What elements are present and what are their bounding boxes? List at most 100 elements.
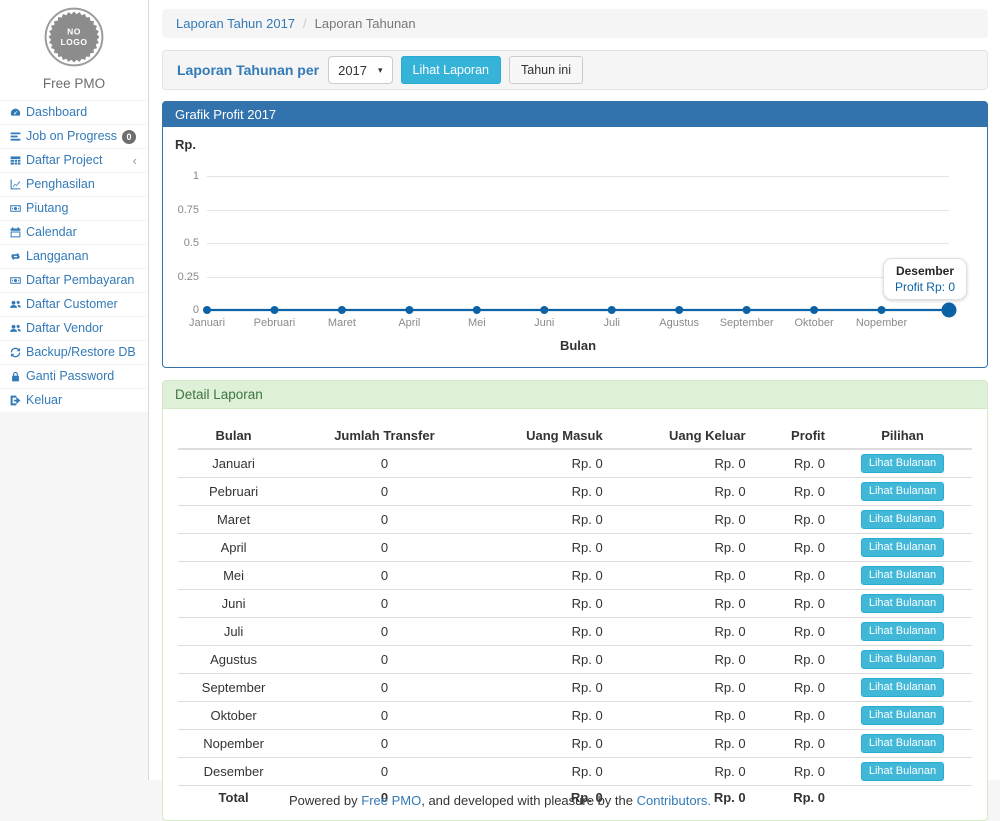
lihat-bulanan-button[interactable]: Lihat Bulanan: [861, 510, 944, 529]
sidebar-item-penghasilan[interactable]: Penghasilan: [0, 172, 148, 196]
lihat-bulanan-button[interactable]: Lihat Bulanan: [861, 622, 944, 641]
detail-panel-title: Detail Laporan: [163, 381, 987, 409]
data-point[interactable]: [675, 306, 683, 314]
data-point[interactable]: [608, 306, 616, 314]
lihat-bulanan-button[interactable]: Lihat Bulanan: [861, 482, 944, 501]
lihat-laporan-button[interactable]: Lihat Laporan: [401, 56, 501, 84]
data-point[interactable]: [338, 306, 346, 314]
action-cell: Lihat Bulanan: [833, 730, 972, 758]
keluar-cell: Rp. 0: [611, 702, 754, 730]
chart-tooltip: Desember Profit Rp: 0: [883, 258, 967, 300]
lihat-bulanan-button[interactable]: Lihat Bulanan: [861, 650, 944, 669]
lihat-bulanan-button[interactable]: Lihat Bulanan: [861, 538, 944, 557]
lihat-bulanan-button[interactable]: Lihat Bulanan: [861, 454, 944, 473]
table-header-row: BulanJumlah TransferUang MasukUang Kelua…: [178, 423, 972, 449]
lihat-bulanan-button[interactable]: Lihat Bulanan: [861, 566, 944, 585]
count-badge: 0: [122, 130, 136, 144]
x-tick-label: Nopember: [840, 317, 924, 329]
sidebar-item-calendar[interactable]: Calendar: [0, 220, 148, 244]
svg-text:NO: NO: [67, 27, 81, 37]
masuk-cell: Rp. 0: [480, 562, 611, 590]
sidebar-item-daftar-customer[interactable]: Daftar Customer: [0, 292, 148, 316]
year-select-value: 2017: [338, 63, 367, 78]
page: NOLOGO Free PMO DashboardJob on Progress…: [0, 0, 1000, 780]
svg-text:LOGO: LOGO: [60, 37, 87, 47]
action-cell: Lihat Bulanan: [833, 618, 972, 646]
lihat-bulanan-button[interactable]: Lihat Bulanan: [861, 762, 944, 781]
footer-link-contributors[interactable]: Contributors.: [637, 793, 711, 808]
sidebar-item-dashboard[interactable]: Dashboard: [0, 100, 148, 124]
month-cell: Oktober: [178, 702, 289, 730]
data-point[interactable]: [810, 306, 818, 314]
data-point[interactable]: [405, 306, 413, 314]
tooltip-month: Desember: [895, 264, 955, 278]
column-header: Profit: [754, 423, 833, 449]
lihat-bulanan-button[interactable]: Lihat Bulanan: [861, 678, 944, 697]
breadcrumb: Laporan Tahun 2017 / Laporan Tahunan: [162, 9, 988, 38]
action-cell: Lihat Bulanan: [833, 646, 972, 674]
detail-table: BulanJumlah TransferUang MasukUang Kelua…: [178, 423, 972, 809]
transfer-cell: 0: [289, 674, 480, 702]
detail-report-panel: Detail Laporan BulanJumlah TransferUang …: [162, 380, 988, 821]
data-point[interactable]: [473, 306, 481, 314]
month-cell: Mei: [178, 562, 289, 590]
keluar-cell: Rp. 0: [611, 534, 754, 562]
sidebar-item-label: Keluar: [26, 393, 140, 408]
action-cell: Lihat Bulanan: [833, 478, 972, 506]
masuk-cell: Rp. 0: [480, 534, 611, 562]
breadcrumb-current: Laporan Tahunan: [315, 16, 416, 31]
tahun-ini-button[interactable]: Tahun ini: [509, 56, 583, 84]
sidebar-item-daftar-project[interactable]: Daftar Project‹: [0, 148, 148, 172]
sidebar-item-job-on-progress[interactable]: Job on Progress0: [0, 124, 148, 148]
data-point[interactable]: [540, 306, 548, 314]
sidebar-item-label: Calendar: [26, 225, 140, 240]
tooltip-value: Profit Rp: 0: [895, 280, 955, 294]
sidebar-item-label: Daftar Vendor: [26, 321, 140, 336]
lihat-bulanan-button[interactable]: Lihat Bulanan: [861, 594, 944, 613]
masuk-cell: Rp. 0: [480, 758, 611, 786]
column-header: Bulan: [178, 423, 289, 449]
sidebar-item-ganti-password[interactable]: Ganti Password: [0, 364, 148, 388]
breadcrumb-link[interactable]: Laporan Tahun 2017: [176, 16, 295, 31]
data-point[interactable]: [203, 306, 211, 314]
year-select[interactable]: 2017 ▾: [328, 56, 392, 84]
table-row: Juli0Rp. 0Rp. 0Rp. 0Lihat Bulanan: [178, 618, 972, 646]
profit-cell: Rp. 0: [754, 758, 833, 786]
keluar-cell: Rp. 0: [611, 562, 754, 590]
transfer-cell: 0: [289, 618, 480, 646]
month-cell: Juli: [178, 618, 289, 646]
sidebar-item-label: Langganan: [26, 249, 140, 264]
transfer-cell: 0: [289, 758, 480, 786]
lihat-bulanan-button[interactable]: Lihat Bulanan: [861, 706, 944, 725]
sidebar-item-piutang[interactable]: Piutang: [0, 196, 148, 220]
line-chart-icon: [9, 178, 26, 191]
lihat-bulanan-button[interactable]: Lihat Bulanan: [861, 734, 944, 753]
masuk-cell: Rp. 0: [480, 478, 611, 506]
chart-panel-title: Grafik Profit 2017: [163, 102, 987, 127]
data-point[interactable]: [743, 306, 751, 314]
sidebar-item-keluar[interactable]: Keluar: [0, 388, 148, 412]
retweet-icon: [9, 250, 26, 263]
sidebar-item-langganan[interactable]: Langganan: [0, 244, 148, 268]
keluar-cell: Rp. 0: [611, 730, 754, 758]
month-cell: Agustus: [178, 646, 289, 674]
table-row: September0Rp. 0Rp. 0Rp. 0Lihat Bulanan: [178, 674, 972, 702]
profit-cell: Rp. 0: [754, 618, 833, 646]
keluar-cell: Rp. 0: [611, 506, 754, 534]
footer-link-free-pmo[interactable]: Free PMO: [361, 793, 421, 808]
month-cell: Maret: [178, 506, 289, 534]
keluar-cell: Rp. 0: [611, 590, 754, 618]
masuk-cell: Rp. 0: [480, 618, 611, 646]
sidebar-item-daftar-vendor[interactable]: Daftar Vendor: [0, 316, 148, 340]
action-cell: Lihat Bulanan: [833, 702, 972, 730]
sidebar-item-label: Piutang: [26, 201, 140, 216]
data-point[interactable]: [942, 303, 957, 318]
transfer-cell: 0: [289, 646, 480, 674]
masuk-cell: Rp. 0: [480, 674, 611, 702]
sidebar-item-daftar-pembayaran[interactable]: Daftar Pembayaran: [0, 268, 148, 292]
data-point[interactable]: [878, 306, 886, 314]
tasks-icon: [9, 130, 26, 143]
data-point[interactable]: [271, 306, 279, 314]
sidebar-item-backup-restore-db[interactable]: Backup/Restore DB: [0, 340, 148, 364]
action-cell: Lihat Bulanan: [833, 758, 972, 786]
